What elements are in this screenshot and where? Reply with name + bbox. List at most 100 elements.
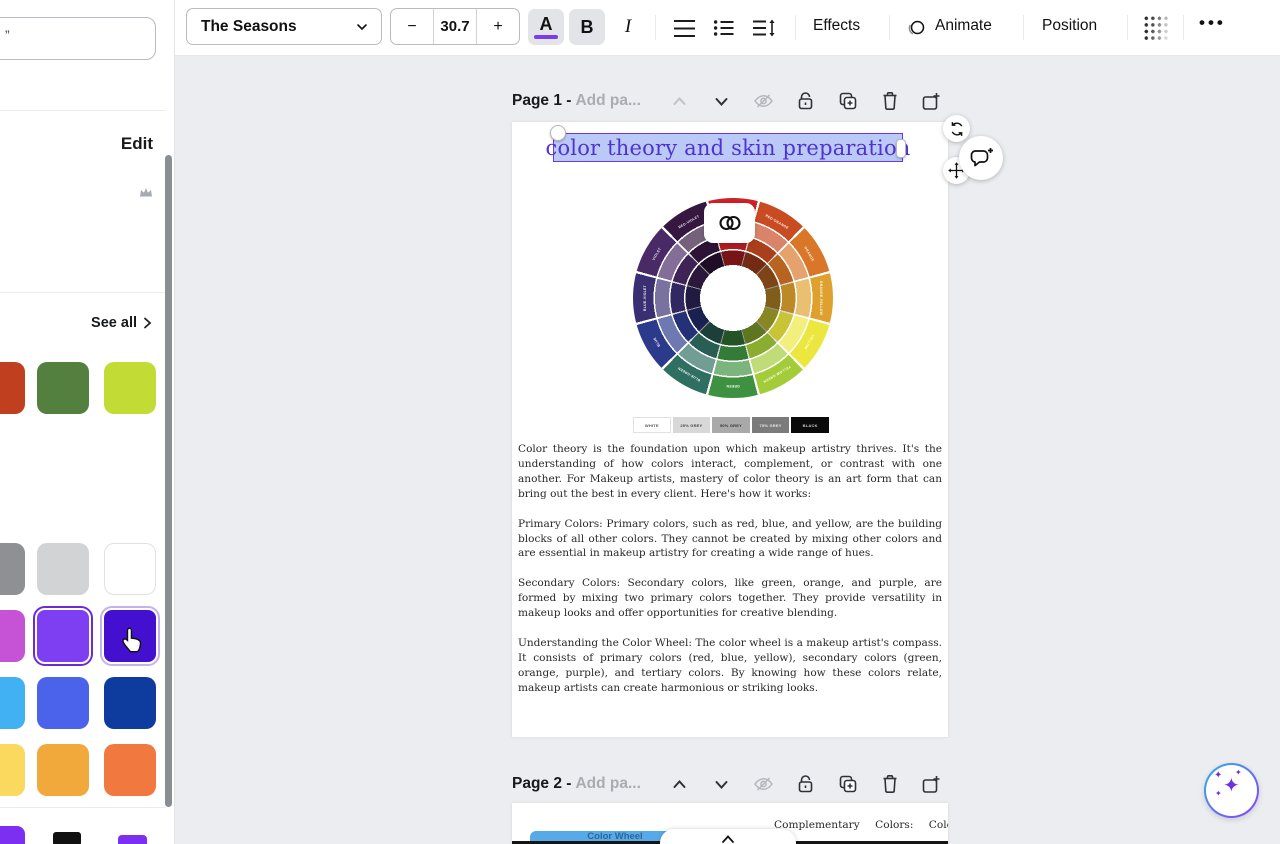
color-swatch[interactable] <box>37 543 89 595</box>
sidebar-textbox[interactable]: ” <box>0 17 156 60</box>
divider <box>795 15 796 40</box>
see-all-chevron-icon <box>144 317 152 329</box>
font-size-stepper: − 30.7 + <box>390 8 520 45</box>
move-down-icon <box>715 780 728 789</box>
color-swatch-selected[interactable] <box>33 606 93 666</box>
bold-button[interactable]: B <box>569 9 605 45</box>
color-swatch-hovered[interactable] <box>100 606 160 666</box>
font-family-selector[interactable]: The Seasons <box>186 8 382 45</box>
grayscale-label: 50% GREY <box>719 422 743 428</box>
see-all-label: See all <box>91 315 137 331</box>
canva-assistant-button[interactable]: ✦ ✦ ✦ ✦ <box>1204 763 1259 818</box>
paragraph: Secondary Colors: Secondary colors, like… <box>518 577 942 620</box>
divider <box>1183 15 1184 40</box>
selection-handle[interactable] <box>550 125 566 141</box>
rotate-handle-button[interactable] <box>943 115 970 142</box>
hide-page-icon <box>754 94 774 108</box>
wheel-segment-label: BLUE-VIOLET <box>643 285 647 311</box>
page2-title-placeholder[interactable]: Add pa... <box>575 775 640 793</box>
font-size-increase-button[interactable]: + <box>476 9 519 44</box>
color-swatch[interactable] <box>0 744 25 796</box>
color-swatch[interactable] <box>104 744 156 796</box>
page-title[interactable]: color theory and skin preparation <box>545 136 910 160</box>
transparency-icon <box>1142 14 1170 42</box>
grayscale-strip: WHITE 25% GREY 50% GREY 75% GREY BLACK <box>633 417 829 433</box>
crown-icon <box>139 185 153 203</box>
page2-peek-text: Complementary Colors: Colors <box>774 819 948 831</box>
move-page-down-button[interactable] <box>701 773 743 795</box>
collapse-pages-handle[interactable] <box>660 829 796 844</box>
color-swatch[interactable] <box>37 362 89 414</box>
duplicate-page-icon <box>839 775 857 793</box>
text-color-swatch <box>534 34 558 40</box>
spacing-button[interactable] <box>749 14 779 42</box>
hide-page-button[interactable] <box>743 773 785 795</box>
move-page-up-button[interactable] <box>659 90 701 112</box>
color-swatch[interactable] <box>104 677 156 729</box>
move-down-icon <box>715 97 728 106</box>
alignment-button[interactable] <box>669 14 699 42</box>
lock-page-button[interactable] <box>785 773 827 795</box>
color-swatch[interactable] <box>0 362 25 414</box>
lock-page-button[interactable] <box>785 90 827 112</box>
sidebar-scrollbar[interactable] <box>165 155 172 807</box>
font-size-decrease-button[interactable]: − <box>391 9 433 44</box>
edit-heading: Edit <box>120 134 153 153</box>
add-page-button[interactable] <box>911 90 953 112</box>
color-swatch[interactable] <box>104 543 156 595</box>
delete-page-button[interactable] <box>869 773 911 795</box>
color-swatch[interactable] <box>0 677 25 729</box>
page2-header: Page 2 - Add pa... <box>512 773 953 795</box>
lock-icon <box>799 775 813 793</box>
text-color-glyph: A <box>539 13 553 34</box>
move-page-up-button[interactable] <box>659 773 701 795</box>
duplicate-page-icon <box>839 92 857 110</box>
text-color-button[interactable]: A <box>528 9 564 45</box>
link-icon <box>718 215 741 231</box>
page1-title-placeholder[interactable]: Add pa... <box>575 92 640 110</box>
color-swatch[interactable] <box>118 835 147 844</box>
color-swatch[interactable] <box>37 744 89 796</box>
link-badge-button[interactable] <box>704 203 755 243</box>
page2-canvas[interactable]: Complementary Colors: Colors Color Wheel <box>512 803 948 844</box>
animate-icon <box>901 15 931 43</box>
sparkle-icon: ✦ <box>1214 770 1223 781</box>
sidebar-textbox-text: ” <box>5 27 10 43</box>
add-comment-button[interactable] <box>959 136 1003 180</box>
font-family-value: The Seasons <box>201 17 297 35</box>
more-button[interactable]: ••• <box>1199 13 1226 33</box>
font-size-value[interactable]: 30.7 <box>433 9 476 44</box>
hide-page-icon <box>754 777 774 791</box>
list-button[interactable] <box>709 14 739 42</box>
grayscale-swatch: WHITE <box>633 417 671 433</box>
delete-page-button[interactable] <box>869 90 911 112</box>
italic-button[interactable]: I <box>610 9 646 45</box>
body-text-element[interactable]: Color theory is the foundation upon whic… <box>518 442 942 711</box>
color-swatch[interactable] <box>0 610 25 662</box>
color-swatch[interactable] <box>53 832 81 844</box>
color-swatch[interactable] <box>37 677 89 729</box>
move-page-down-button[interactable] <box>701 90 743 112</box>
canva-editor: The Seasons − 30.7 + A B I Effects Anima… <box>0 0 1280 844</box>
page1-label[interactable]: Page 1 - <box>512 92 571 110</box>
title-text-element[interactable]: color theory and skin preparation <box>545 133 910 162</box>
color-swatch[interactable] <box>0 826 25 844</box>
divider <box>655 15 656 40</box>
delete-page-icon <box>883 775 897 794</box>
color-swatch[interactable] <box>0 543 25 595</box>
sparkle-icon: ✦ <box>1235 768 1242 777</box>
page2-label[interactable]: Page 2 - <box>512 775 571 793</box>
duplicate-page-button[interactable] <box>827 773 869 795</box>
duplicate-page-button[interactable] <box>827 90 869 112</box>
page1-canvas[interactable]: color theory and skin preparation REDRED… <box>512 122 948 737</box>
page1-header: Page 1 - Add pa... <box>512 90 953 112</box>
color-swatch[interactable] <box>104 362 156 414</box>
hide-page-button[interactable] <box>743 90 785 112</box>
position-button[interactable]: Position <box>1042 17 1097 35</box>
selection-side-handle[interactable] <box>896 139 906 158</box>
animate-button[interactable]: Animate <box>935 17 992 35</box>
add-page-button[interactable] <box>911 773 953 795</box>
effects-button[interactable]: Effects <box>813 17 860 35</box>
see-all-link[interactable]: See all <box>91 315 152 331</box>
transparency-button[interactable] <box>1141 14 1171 42</box>
